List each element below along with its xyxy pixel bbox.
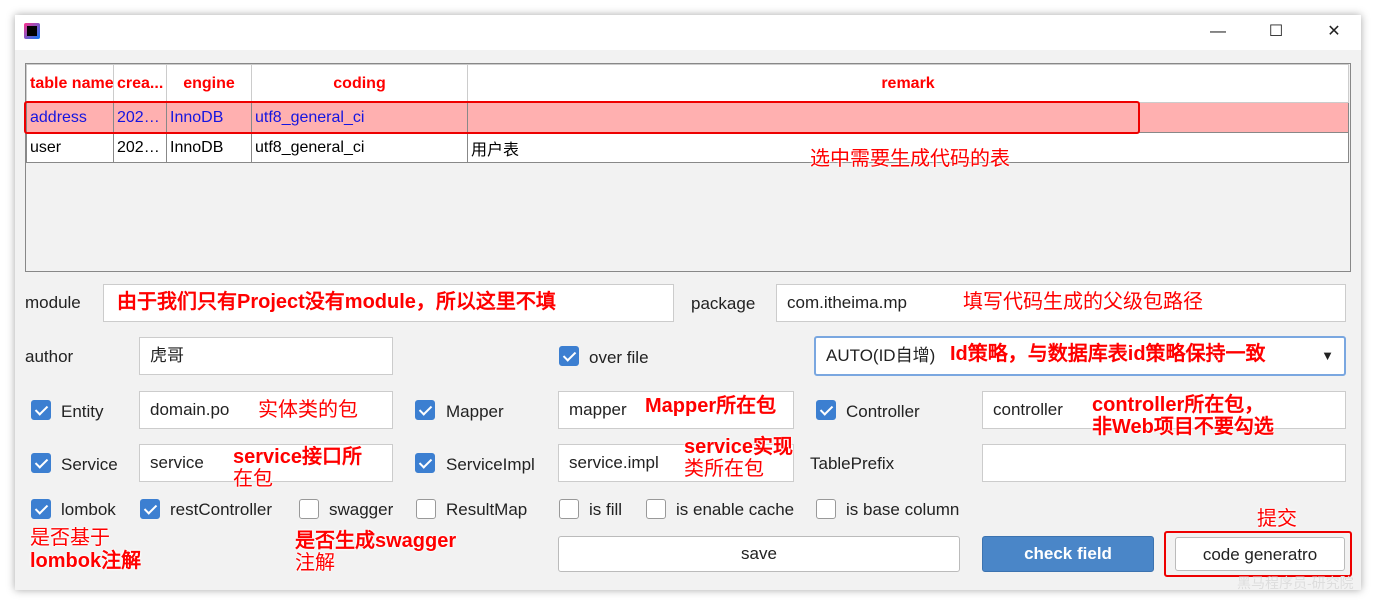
is-fill-label: is fill [589, 500, 623, 519]
column-header[interactable]: engine [166, 64, 252, 103]
annotation: 填写代码生成的父级包路径 [963, 291, 1203, 313]
chevron-down-icon: ▼ [1321, 348, 1334, 363]
mapper-checkbox[interactable] [415, 400, 435, 420]
controller-checkbox[interactable] [816, 400, 836, 420]
rest-controller-checkbox[interactable] [140, 499, 160, 519]
annotation: lombok注解 [30, 550, 142, 572]
cell: 202… [113, 132, 167, 163]
mapper-label: Mapper [446, 402, 504, 421]
check-field-button[interactable]: check field [982, 536, 1154, 572]
package-label: package [691, 294, 756, 313]
cell: utf8_general_ci [251, 132, 468, 163]
annotation: 选中需要生成代码的表 [810, 148, 1010, 170]
column-header[interactable]: table name [26, 64, 114, 103]
annotation: 是否生成swagger [295, 530, 457, 552]
annotation: 提交 [1257, 508, 1297, 530]
generator-window: — ☐ ✕ table name crea... engine coding r… [15, 15, 1361, 591]
annotation: 非Web项目不要勾选 [1092, 416, 1274, 438]
module-label: module [25, 293, 81, 312]
annotation: 是否基于 [30, 527, 110, 549]
minimize-button[interactable]: — [1203, 21, 1233, 43]
id-strategy-value: AUTO(ID自增) [826, 346, 936, 365]
watermark: 黑马程序员-研究院 [1237, 575, 1354, 591]
enable-cache-label: is enable cache [676, 500, 795, 519]
annotation: Mapper所在包 [645, 395, 777, 417]
cell: InnoDB [166, 132, 252, 163]
table-row[interactable]: user 202… InnoDB utf8_general_ci 用户表 [26, 132, 1349, 163]
lombok-checkbox[interactable] [31, 499, 51, 519]
author-label: author [25, 347, 74, 366]
service-label: Service [61, 455, 118, 474]
result-map-checkbox[interactable] [416, 499, 436, 519]
annotation: 注解 [295, 552, 335, 574]
base-column-label: is base column [846, 500, 960, 519]
over-file-checkbox[interactable] [559, 346, 579, 366]
title-bar: — ☐ ✕ [15, 15, 1361, 50]
is-fill-checkbox[interactable] [559, 499, 579, 519]
column-header[interactable]: coding [251, 64, 468, 103]
column-header[interactable]: crea... [113, 64, 167, 103]
entity-label: Entity [61, 402, 104, 421]
selection-highlight [24, 101, 1140, 134]
annotation: controller所在包， [1092, 394, 1265, 416]
table-prefix-input[interactable] [982, 444, 1346, 482]
result-map-label: ResultMap [446, 500, 528, 519]
close-button[interactable]: ✕ [1319, 21, 1349, 43]
maximize-button[interactable]: ☐ [1261, 21, 1291, 43]
annotation: 类所在包 [684, 458, 764, 480]
annotation: 在包 [233, 468, 273, 490]
code-generator-button[interactable]: code generatro [1175, 537, 1345, 571]
controller-label: Controller [846, 402, 920, 421]
enable-cache-checkbox[interactable] [646, 499, 666, 519]
app-icon [24, 23, 40, 39]
annotation: service实现 [684, 436, 793, 458]
table-header: table name crea... engine coding remark [26, 64, 1349, 103]
base-column-checkbox[interactable] [816, 499, 836, 519]
author-input[interactable]: 虎哥 [139, 337, 393, 375]
table-prefix-label: TablePrefix [810, 454, 895, 473]
entity-checkbox[interactable] [31, 400, 51, 420]
cell: user [26, 132, 114, 163]
service-impl-checkbox[interactable] [415, 453, 435, 473]
swagger-label: swagger [329, 500, 394, 519]
service-impl-label: ServiceImpl [446, 455, 535, 474]
column-header[interactable]: remark [467, 64, 1349, 103]
annotation: 实体类的包 [258, 399, 358, 421]
service-checkbox[interactable] [31, 453, 51, 473]
rest-controller-label: restController [170, 500, 273, 519]
over-file-label: over file [589, 348, 649, 367]
annotation: 由于我们只有Project没有module，所以这里不填 [117, 291, 556, 313]
swagger-checkbox[interactable] [299, 499, 319, 519]
save-button[interactable]: save [558, 536, 960, 572]
lombok-label: lombok [61, 500, 116, 519]
tables-list[interactable]: table name crea... engine coding remark … [25, 63, 1351, 272]
annotation: Id策略，与数据库表id策略保持一致 [950, 343, 1266, 365]
annotation: service接口所 [233, 446, 362, 468]
